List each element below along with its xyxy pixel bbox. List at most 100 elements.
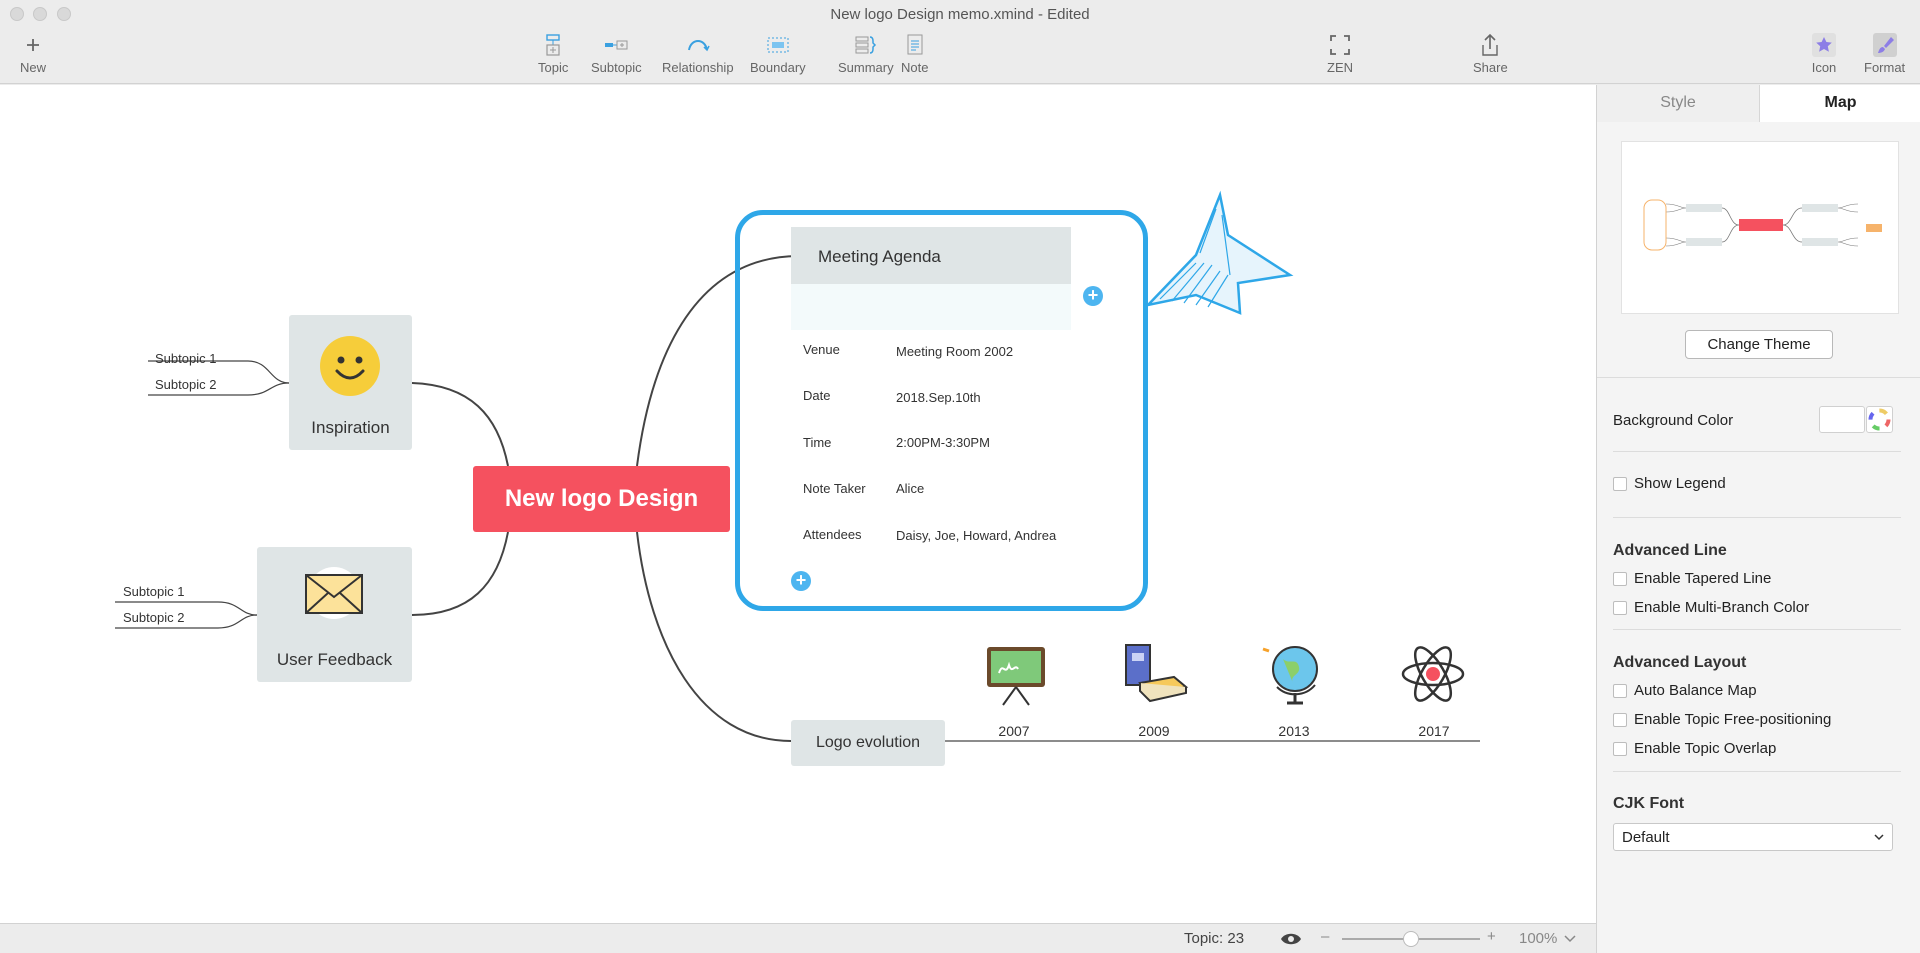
agenda-note-area xyxy=(791,284,1071,330)
central-topic[interactable]: New logo Design xyxy=(473,466,730,532)
year-label: 2017 xyxy=(1418,723,1450,739)
atom-icon xyxy=(1401,646,1465,702)
agenda-row-value: 2018.Sep.10th xyxy=(896,390,981,405)
user-feedback-topic[interactable]: User Feedback xyxy=(257,547,412,682)
envelope-icon xyxy=(305,567,363,619)
subtopic-icon xyxy=(605,40,628,50)
free-positioning-checkbox[interactable] xyxy=(1613,713,1627,727)
tapered-line-label: Enable Tapered Line xyxy=(1634,570,1772,587)
free-positioning-label: Enable Topic Free-positioning xyxy=(1634,711,1832,728)
books-icon xyxy=(1125,644,1189,703)
share-button[interactable]: Share xyxy=(1473,32,1508,75)
star-icon xyxy=(1812,33,1836,57)
topic-overlap-checkbox[interactable] xyxy=(1613,742,1627,756)
agenda-row-value: Daisy, Joe, Howard, Andrea xyxy=(896,528,1057,543)
logo-evolution-topic[interactable]: Logo evolution xyxy=(791,720,945,766)
year-label: 2007 xyxy=(998,723,1030,739)
relationship-button[interactable]: Relationship xyxy=(662,32,734,75)
eye-icon[interactable] xyxy=(1280,932,1302,946)
format-panel: Style Map Change Theme Background Color … xyxy=(1596,85,1920,953)
boundary-icon xyxy=(767,37,789,53)
agenda-row-key: Venue xyxy=(803,342,840,357)
window-title: New logo Design memo.xmind - Edited xyxy=(830,6,1090,23)
background-color-label: Background Color xyxy=(1613,412,1734,429)
feedback-subtopic-1[interactable]: Subtopic 1 xyxy=(123,584,184,599)
feedback-subtopic-2[interactable]: Subtopic 2 xyxy=(123,610,184,625)
status-bar: Topic: 23 – + 100% xyxy=(0,923,1596,953)
add-topic-plus-icon[interactable]: + xyxy=(1083,286,1103,306)
agenda-row-key: Date xyxy=(803,388,831,403)
arrow-sticker-icon xyxy=(1144,190,1294,315)
divider xyxy=(1613,517,1901,518)
change-theme-button[interactable]: Change Theme xyxy=(1685,330,1833,359)
cjk-font-heading: CJK Font xyxy=(1613,795,1685,812)
topic-overlap-label: Enable Topic Overlap xyxy=(1634,740,1777,757)
inspiration-label: Inspiration xyxy=(311,418,390,437)
tab-map[interactable]: Map xyxy=(1759,85,1920,122)
agenda-row-key: Time xyxy=(803,435,832,450)
inspiration-subtopic-1[interactable]: Subtopic 1 xyxy=(155,351,216,366)
chalkboard-icon xyxy=(987,647,1045,706)
tab-style[interactable]: Style xyxy=(1597,85,1759,122)
plus-icon xyxy=(27,39,39,51)
auto-balance-checkbox[interactable] xyxy=(1613,684,1627,698)
note-icon xyxy=(907,34,923,55)
boundary-button[interactable]: Boundary xyxy=(750,32,806,75)
topic-count: Topic: 23 xyxy=(1184,930,1245,947)
user-feedback-label: User Feedback xyxy=(276,650,393,669)
agenda-row-value: Meeting Room 2002 xyxy=(896,344,1014,359)
color-wheel-icon xyxy=(1868,408,1891,431)
add-row-plus-icon[interactable]: + xyxy=(791,571,811,591)
zoom-level[interactable]: 100% xyxy=(1519,930,1557,947)
chevron-down-icon[interactable] xyxy=(1564,935,1576,943)
chevron-down-icon xyxy=(1874,834,1884,841)
cjk-font-select[interactable]: Default xyxy=(1613,823,1893,851)
background-color-swatch[interactable] xyxy=(1819,406,1865,433)
relationship-icon xyxy=(687,40,710,52)
share-icon xyxy=(1482,33,1499,56)
format-button[interactable]: Format xyxy=(1864,32,1905,75)
summary-button[interactable]: Summary xyxy=(838,32,894,75)
divider xyxy=(1613,771,1901,772)
year-label: 2009 xyxy=(1138,723,1170,739)
topic-icon xyxy=(546,34,560,56)
subtopic-button[interactable]: Subtopic xyxy=(591,32,642,75)
note-button[interactable]: Note xyxy=(901,32,928,75)
fullscreen-icon xyxy=(1330,35,1350,55)
divider xyxy=(1597,377,1920,378)
zoom-in-icon[interactable]: + xyxy=(1487,928,1496,945)
brush-icon xyxy=(1872,33,1897,57)
agenda-row-value: 2:00PM-3:30PM xyxy=(896,435,990,450)
topic-button[interactable]: Topic xyxy=(538,32,568,75)
multi-branch-color-label: Enable Multi-Branch Color xyxy=(1634,599,1810,616)
advanced-layout-heading: Advanced Layout xyxy=(1613,654,1747,671)
agenda-row-key: Note Taker xyxy=(803,481,866,496)
theme-preview[interactable] xyxy=(1621,141,1899,314)
year-label: 2013 xyxy=(1278,723,1310,739)
icon-button[interactable]: Icon xyxy=(1811,32,1837,75)
auto-balance-label: Auto Balance Map xyxy=(1634,682,1757,699)
meeting-agenda-topic[interactable]: Meeting Agenda xyxy=(791,227,1071,284)
inspiration-subtopic-2[interactable]: Subtopic 2 xyxy=(155,377,216,392)
zoom-out-icon[interactable]: – xyxy=(1321,928,1329,945)
summary-icon xyxy=(855,36,876,54)
agenda-row-value: Alice xyxy=(896,481,925,496)
theme-preview-image xyxy=(1643,199,1882,251)
divider xyxy=(1613,451,1901,452)
agenda-row-key: Attendees xyxy=(803,527,862,542)
show-legend-label: Show Legend xyxy=(1634,475,1726,492)
tapered-line-checkbox[interactable] xyxy=(1613,572,1627,586)
color-picker-button[interactable] xyxy=(1866,406,1893,433)
inspiration-topic[interactable]: Inspiration xyxy=(289,315,412,450)
window-toolbar: New logo Design memo.xmind - Edited New … xyxy=(0,0,1920,84)
globe-icon xyxy=(1262,646,1318,705)
mind-map-canvas[interactable]: New logo Design Inspiration Subtopic 1 S… xyxy=(0,85,1596,923)
zoom-slider-handle[interactable] xyxy=(1403,931,1419,947)
multi-branch-color-checkbox[interactable] xyxy=(1613,601,1627,615)
new-button[interactable]: New xyxy=(20,32,46,75)
panel-tabs: Style Map xyxy=(1597,85,1920,122)
show-legend-checkbox[interactable] xyxy=(1613,477,1627,491)
advanced-line-heading: Advanced Line xyxy=(1613,542,1727,559)
divider xyxy=(1613,629,1901,630)
zen-button[interactable]: ZEN xyxy=(1327,32,1353,75)
